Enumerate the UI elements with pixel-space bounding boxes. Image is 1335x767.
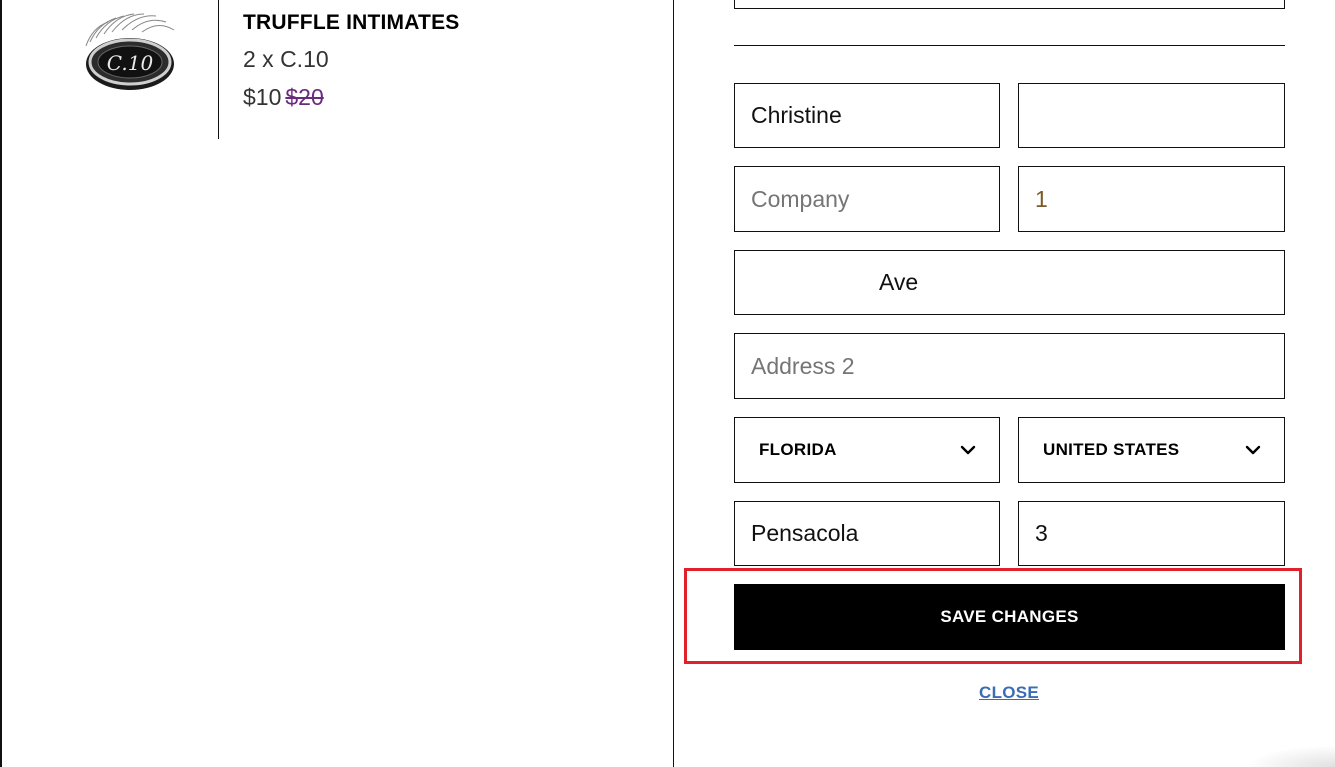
first-name-input[interactable] (751, 102, 983, 129)
original-price: $20 (285, 84, 324, 110)
chevron-down-icon (1245, 445, 1261, 455)
address1-input[interactable] (751, 269, 1268, 296)
product-variant: 2 x C.10 (243, 46, 329, 72)
state-select[interactable]: FLORIDA (734, 417, 1000, 483)
product-image-label: C.10 (107, 51, 154, 75)
email-field-partial[interactable] (734, 0, 1285, 9)
state-select-value: FLORIDA (759, 440, 837, 459)
city-input[interactable] (751, 520, 983, 547)
city-field[interactable] (734, 501, 1000, 566)
panel-divider (673, 0, 674, 767)
company-field[interactable] (734, 166, 1000, 232)
form-section-divider (734, 45, 1285, 46)
product-divider (218, 0, 219, 139)
country-select[interactable]: UNITED STATES (1018, 417, 1285, 483)
corner-shadow (1245, 745, 1335, 767)
last-name-field[interactable] (1018, 83, 1285, 148)
product-image: C.10 (78, 8, 182, 98)
address1-field[interactable] (734, 250, 1285, 315)
phone-field[interactable] (1018, 166, 1285, 232)
first-name-field[interactable] (734, 83, 1000, 148)
address2-field[interactable] (734, 333, 1285, 399)
product-price: $10 $20 (243, 84, 324, 111)
country-select-value: UNITED STATES (1043, 440, 1180, 459)
product-name: TRUFFLE INTIMATES (243, 11, 460, 34)
address2-input[interactable] (751, 352, 1268, 380)
phone-input[interactable] (1035, 185, 1268, 213)
chevron-down-icon (960, 445, 976, 455)
last-name-input[interactable] (1035, 102, 1268, 129)
close-link[interactable]: CLOSE (979, 683, 1039, 703)
company-input[interactable] (751, 185, 983, 213)
zip-field[interactable] (1018, 501, 1285, 566)
save-changes-button[interactable]: SAVE CHANGES (734, 584, 1285, 650)
left-panel-border (0, 0, 2, 767)
zip-input[interactable] (1035, 520, 1268, 547)
sale-price: $10 (243, 84, 282, 110)
